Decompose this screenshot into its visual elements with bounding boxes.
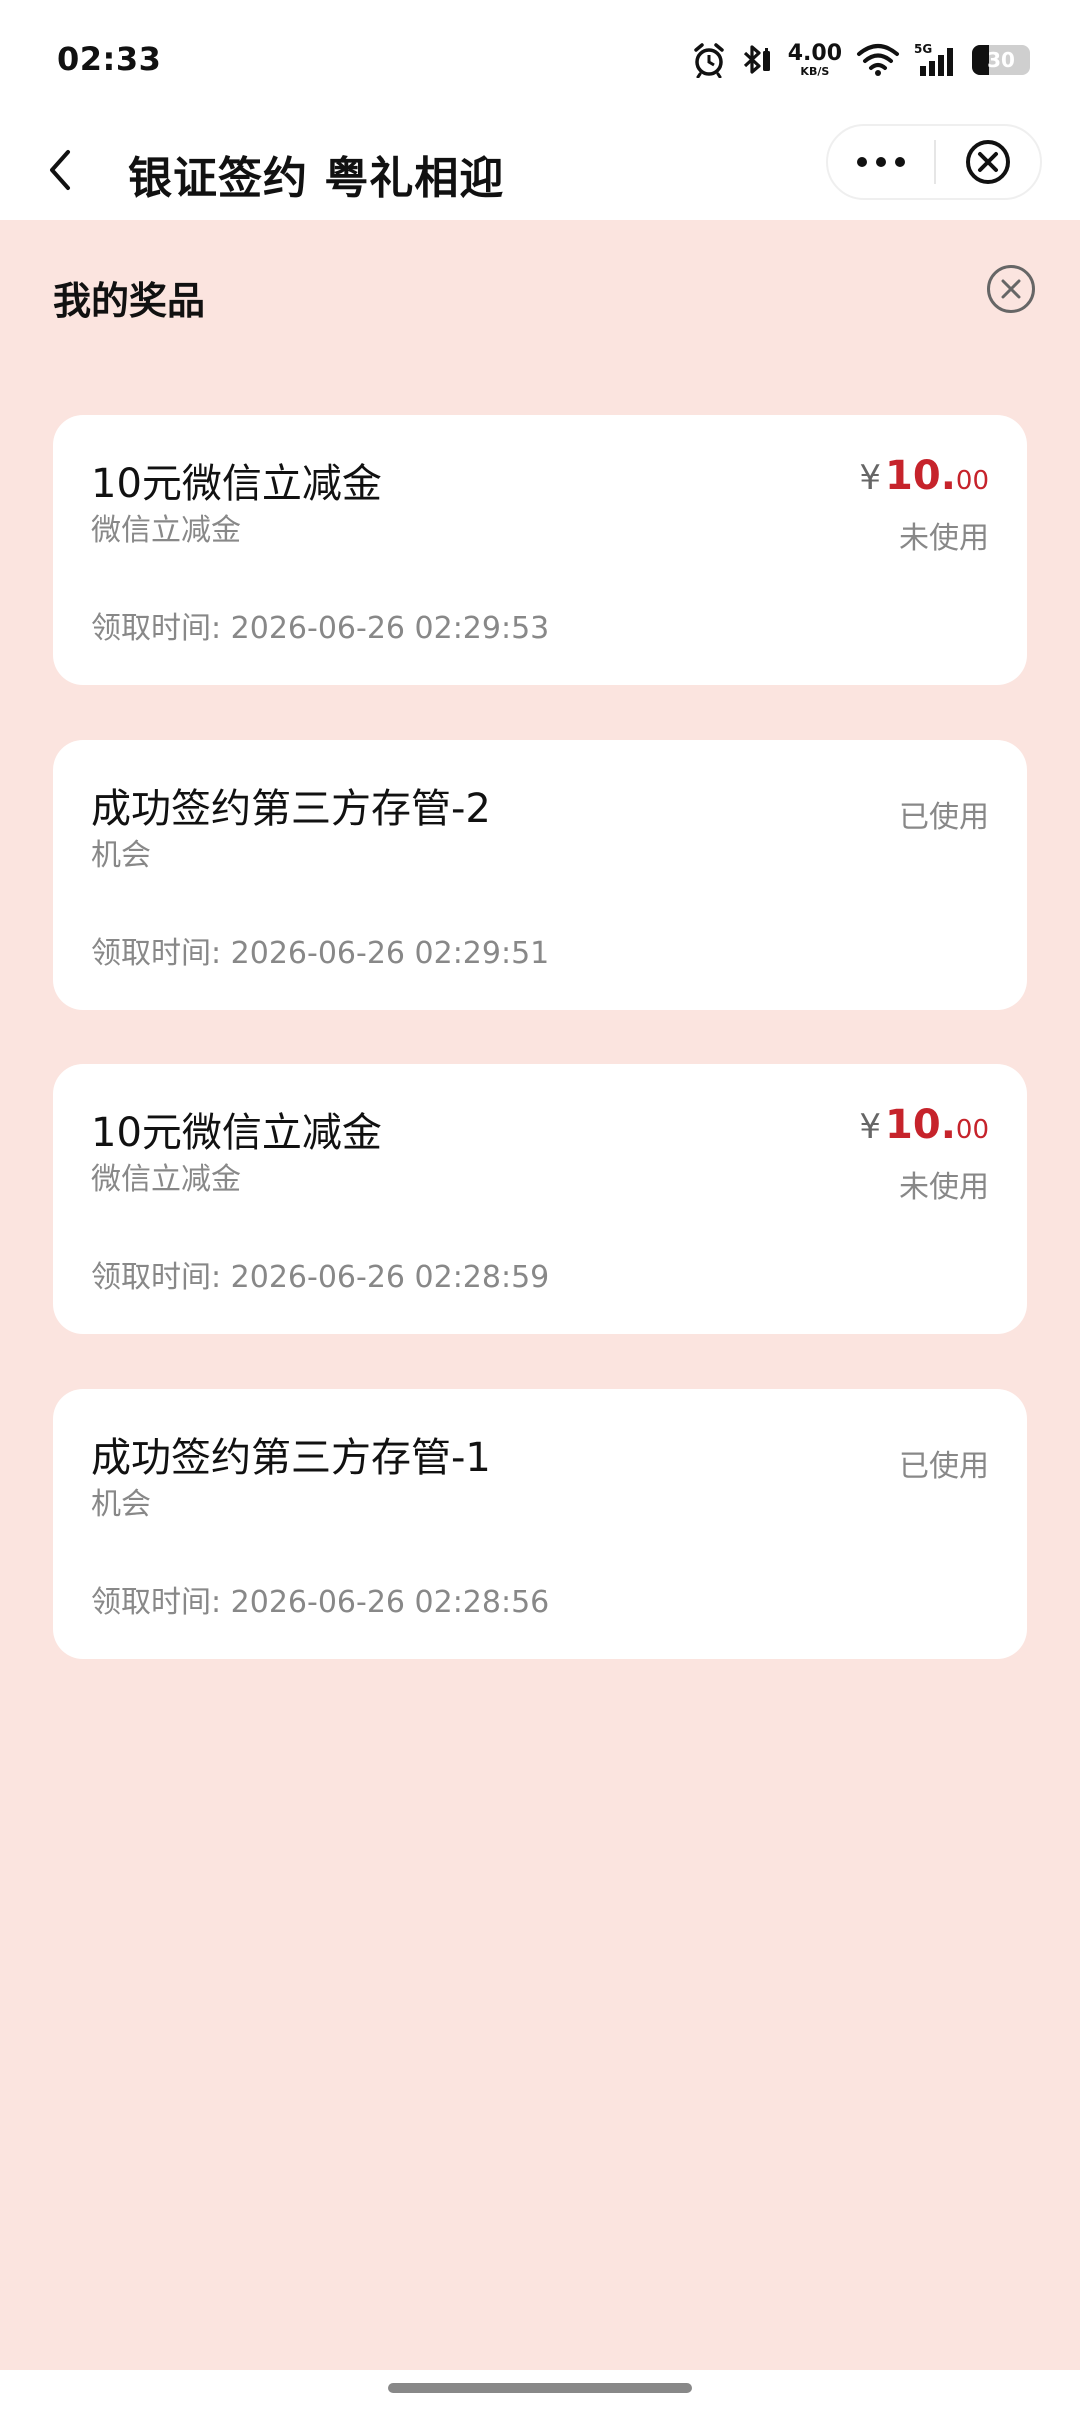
prize-status: 未使用 <box>899 1170 989 1205</box>
prize-claim-time: 领取时间: 2026-06-26 02:28:56 <box>91 1585 550 1620</box>
prize-claim-time: 领取时间: 2026-06-26 02:29:53 <box>91 611 550 646</box>
prize-card[interactable]: 成功签约第三方存管-1 机会 领取时间: 2026-06-26 02:28:56… <box>53 1389 1027 1659</box>
prize-card[interactable]: 10元微信立减金 微信立减金 领取时间: 2026-06-26 02:28:59… <box>53 1064 1027 1334</box>
panel-close-button[interactable] <box>986 264 1036 314</box>
amount-integer: 10. <box>885 453 956 499</box>
battery-icon: 30 <box>972 45 1030 75</box>
prize-subtitle: 微信立减金 <box>91 1162 241 1197</box>
prize-name: 成功签约第三方存管-2 <box>91 786 491 832</box>
currency-symbol: ¥ <box>859 1107 882 1147</box>
status-time: 02:33 <box>57 40 162 78</box>
alarm-icon <box>693 43 724 78</box>
prize-card[interactable]: 成功签约第三方存管-2 机会 领取时间: 2026-06-26 02:29:51… <box>53 740 1027 1010</box>
prize-claim-time: 领取时间: 2026-06-26 02:29:51 <box>91 936 550 971</box>
back-icon <box>50 150 70 190</box>
amount-decimal: 00 <box>955 466 989 496</box>
wifi-icon <box>857 44 899 76</box>
close-icon <box>966 140 1010 184</box>
net-speed-value: 4.00 <box>787 41 842 66</box>
status-bar: 02:33 4.00 KB/S 5G 30 <box>0 0 1080 120</box>
prize-status: 已使用 <box>899 1449 989 1484</box>
prize-name: 10元微信立减金 <box>91 1110 382 1156</box>
nav-bar: 银证签约 粤礼相迎 <box>0 120 1080 220</box>
currency-symbol: ¥ <box>859 458 882 498</box>
prize-claim-time: 领取时间: 2026-06-26 02:28:59 <box>91 1260 550 1295</box>
prize-card[interactable]: 10元微信立减金 微信立减金 领取时间: 2026-06-26 02:29:53… <box>53 415 1027 685</box>
net-speed: 4.00 KB/S <box>787 41 842 78</box>
close-mini-program-button[interactable] <box>936 126 1040 198</box>
status-icons: 4.00 KB/S 5G 30 <box>692 38 1030 82</box>
net-speed-unit: KB/S <box>800 65 830 78</box>
more-icon <box>857 157 905 167</box>
prize-subtitle: 机会 <box>91 838 151 873</box>
gesture-bar-area <box>0 2370 1080 2412</box>
prize-subtitle: 机会 <box>91 1487 151 1522</box>
amount-decimal: 00 <box>955 1115 989 1145</box>
amount-integer: 10. <box>885 1102 956 1148</box>
prize-name: 成功签约第三方存管-1 <box>91 1435 491 1481</box>
prize-amount: ¥ 10. 00 <box>859 1102 989 1148</box>
signal-icon: 5G <box>914 42 953 76</box>
mini-program-capsule <box>826 124 1042 200</box>
prize-panel: 我的奖品 10元微信立减金 微信立减金 领取时间: 2026-06-26 02:… <box>0 220 1080 2370</box>
battery-level: 30 <box>987 48 1015 72</box>
prize-amount: ¥ 10. 00 <box>859 453 989 499</box>
bluetooth-icon <box>743 45 770 74</box>
page-title: 银证签约 粤礼相迎 <box>128 153 505 204</box>
panel-title: 我的奖品 <box>53 279 206 323</box>
network-type-label: 5G <box>914 42 932 56</box>
close-circle-icon <box>987 265 1035 313</box>
prize-name: 10元微信立减金 <box>91 461 382 507</box>
back-button[interactable] <box>30 140 90 200</box>
prize-status: 未使用 <box>899 521 989 556</box>
home-indicator[interactable] <box>388 2383 692 2393</box>
prize-subtitle: 微信立减金 <box>91 513 241 548</box>
prize-status: 已使用 <box>899 800 989 835</box>
more-button[interactable] <box>828 126 934 198</box>
